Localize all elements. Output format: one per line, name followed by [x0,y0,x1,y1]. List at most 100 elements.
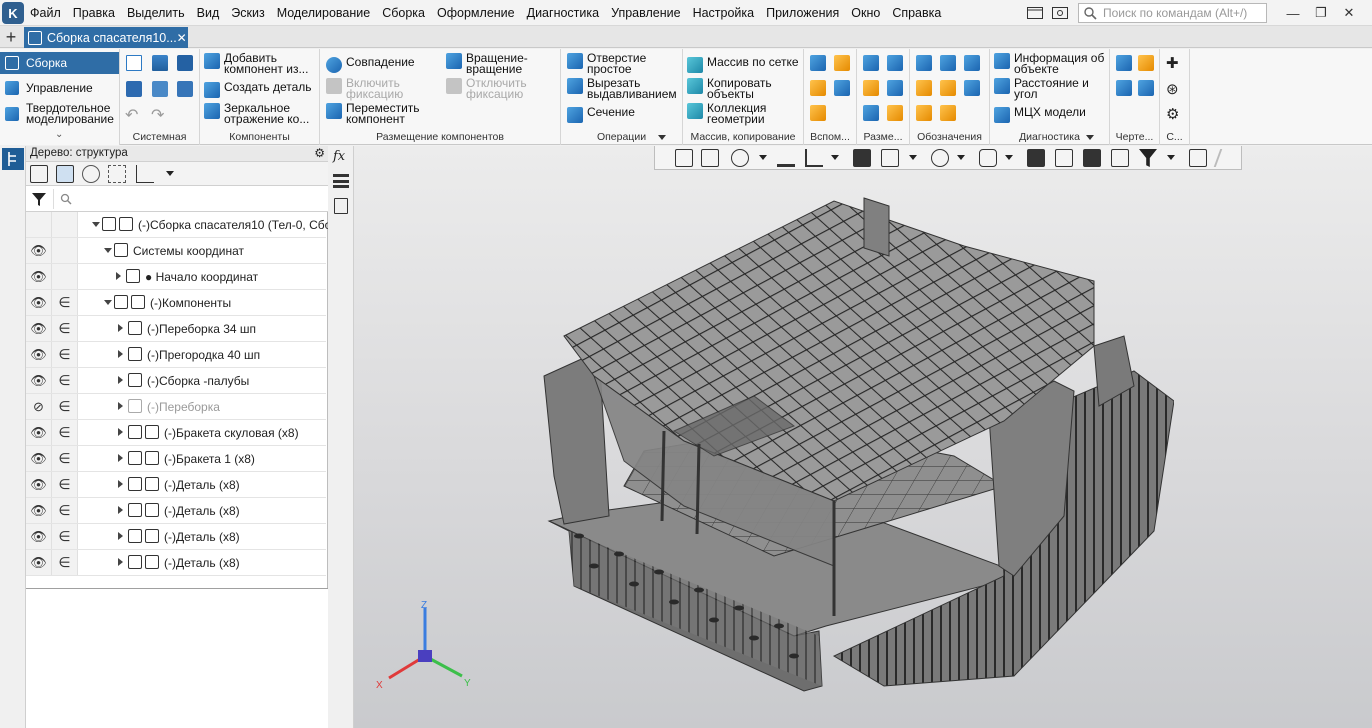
menu-item-management[interactable]: Управление [611,6,681,20]
expand-arrow-icon[interactable] [118,324,123,332]
notation-7-icon[interactable] [916,105,932,121]
collapse-arrow-icon[interactable] [104,300,112,305]
tree-select-icon[interactable] [108,165,126,183]
visibility-eye-icon[interactable]: 👁 [26,342,52,367]
tree-row[interactable]: 👁 ∈ (-)Сборка -палубы [26,368,326,394]
height-dim-icon[interactable] [887,105,903,121]
visibility-eye-icon[interactable]: 👁 [26,290,52,315]
fixation-icon[interactable]: ∈ [52,498,78,523]
tree-row[interactable]: 👁 ∈ (-)Переборка 34 шп [26,316,326,342]
document-tab[interactable]: Сборка спасателя10... ✕ [24,27,188,48]
visibility-eye-icon[interactable] [26,212,52,237]
rotate-button[interactable]: Вращение-вращение [446,52,558,75]
display-mode-dropdown-icon[interactable] [909,155,917,160]
wireframe-mode-icon[interactable] [881,149,899,167]
visibility-eye-icon[interactable]: 👁 [26,316,52,341]
menu-item-assembly[interactable]: Сборка [382,6,425,20]
view-style-icon[interactable] [1111,149,1129,167]
tree-row[interactable]: 👁 ∈ (-)Прегородка 40 шп [26,342,326,368]
aux-cs-icon[interactable] [834,80,850,96]
fixation-icon[interactable]: ∈ [52,368,78,393]
pick-color-icon[interactable] [1213,149,1239,167]
window-settings-icon[interactable] [1049,3,1071,23]
fixation-icon[interactable]: ∈ [52,550,78,575]
grid-array-button[interactable]: Массив по сетке [687,56,803,73]
fixation-icon[interactable]: ∈ [52,446,78,471]
add-symbol-icon[interactable]: ✚ [1166,54,1179,72]
menu-item-window[interactable]: Окно [851,6,880,20]
menu-item-settings[interactable]: Настройка [693,6,755,20]
fixation-icon[interactable]: ∈ [52,524,78,549]
view-pan-icon[interactable] [777,149,795,167]
fixation-icon[interactable]: ∈ [52,420,78,445]
distance-angle-button[interactable]: Расстояние и угол [994,77,1110,100]
tree-row[interactable]: 👁 ∈ (-)Деталь (x8) [26,498,326,524]
geometry-collection-button[interactable]: Коллекция геометрии [687,102,803,125]
tree-row[interactable]: 👁 ∈ (-)Деталь (x8) [26,550,326,576]
fixation-icon[interactable]: ∈ [52,394,78,419]
section-button[interactable]: Сечение [567,106,679,123]
hole-button[interactable]: Отверстие простое [567,52,679,75]
tree-search-input[interactable] [53,189,325,209]
save-icon[interactable] [177,55,193,71]
properties-list-icon[interactable] [334,198,348,214]
diameter-dim-icon[interactable] [887,55,903,71]
open-folder-icon[interactable] [152,55,168,71]
angular-dim-icon[interactable] [887,80,903,96]
menu-item-file[interactable]: Файл [30,6,61,20]
print-icon[interactable] [126,81,142,97]
menu-item-edit[interactable]: Правка [73,6,115,20]
tree-row[interactable]: 👁 ∈ (-)Деталь (x8) [26,472,326,498]
shaded-mode-icon[interactable] [853,149,871,167]
expand-arrow-icon[interactable] [118,558,123,566]
fixation-icon[interactable]: ∈ [52,290,78,315]
section-view-dropdown-icon[interactable] [1005,155,1013,160]
view-orient-icon[interactable] [805,149,823,167]
restore-icon[interactable]: ❐ [1310,3,1332,23]
view-layers-icon[interactable] [1055,149,1073,167]
notation-6-icon[interactable] [964,80,980,96]
minimize-icon[interactable]: — [1282,3,1304,23]
tree-row[interactable]: 👁 ∈ (-)Деталь (x8) [26,524,326,550]
menu-item-diagnostics[interactable]: Диагностика [527,6,599,20]
create-drawing-icon[interactable] [1116,55,1132,71]
ship-assembly-model[interactable] [534,186,1174,706]
notation-3-icon[interactable] [964,55,980,71]
coincidence-button[interactable]: Совпадение [326,56,436,73]
tree-row[interactable]: 👁 ∈ (-)Бракета 1 (x8) [26,446,326,472]
aux-plane-icon[interactable] [810,55,826,71]
expand-arrow-icon[interactable] [118,350,123,358]
menu-item-select[interactable]: Выделить [127,6,185,20]
aux-line-icon[interactable] [810,105,826,121]
variables-fx-button[interactable]: fx [333,149,345,164]
hide-icon[interactable] [931,149,949,167]
visibility-eye-icon[interactable]: 👁 [26,550,52,575]
new-document-icon[interactable] [126,55,142,71]
view-zoom-icon[interactable] [731,149,749,167]
mirror-button[interactable]: Зеркальное отражение ко... [204,102,318,125]
drawing-view-icon[interactable] [1138,55,1154,71]
menu-item-design[interactable]: Оформление [437,6,515,20]
aux-point-icon[interactable] [810,80,826,96]
visibility-eye-icon[interactable]: 👁 [26,238,52,263]
tree-row[interactable]: 👁 ∈ (-)Компоненты [26,290,326,316]
tree-row[interactable]: 👁 ● Начало координат [26,264,326,290]
hide-dropdown-icon[interactable] [957,155,965,160]
3d-viewport[interactable]: Z X Y [354,146,1372,728]
properties-icon[interactable] [152,81,168,97]
fixation-icon[interactable] [52,238,78,263]
expand-arrow-icon[interactable] [118,532,123,540]
move-component-button[interactable]: Переместить компонент [326,102,436,125]
expand-arrow-icon[interactable] [118,454,123,462]
link-symbol-icon[interactable]: ⊛ [1166,80,1179,98]
selection-filter-icon[interactable] [1139,149,1157,167]
notation-2-icon[interactable] [940,55,956,71]
drawing-sheet-icon[interactable] [1116,80,1132,96]
close-tab-icon[interactable]: ✕ [177,31,187,45]
tree-bodies-icon[interactable] [82,165,100,183]
menu-item-sketch[interactable]: Эскиз [231,6,264,20]
section-view-icon[interactable] [979,149,997,167]
snap-icon[interactable] [1027,149,1045,167]
collapse-arrow-icon[interactable] [92,222,100,227]
undo-icon[interactable]: ↶ [125,105,138,125]
